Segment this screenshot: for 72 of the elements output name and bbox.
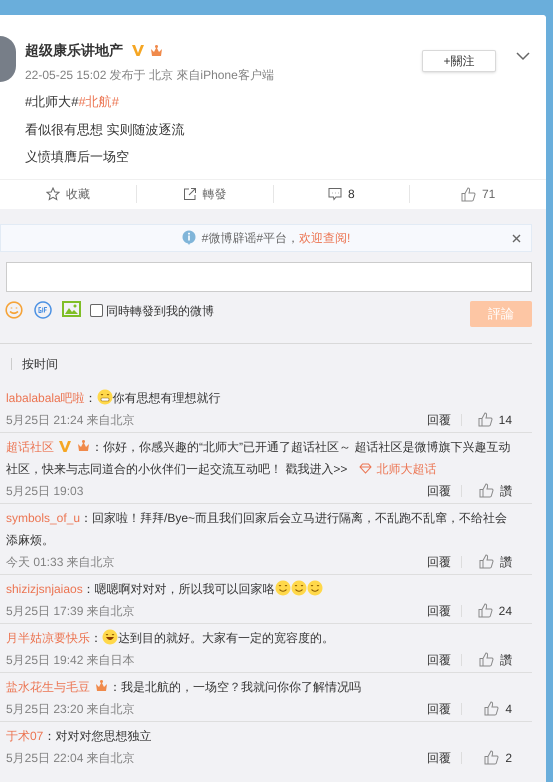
comment-time: 5月25日 23:20 来自北京: [6, 700, 136, 718]
repost-checkbox[interactable]: [90, 304, 103, 317]
emoji-icon: [102, 628, 118, 644]
thumbs-up-icon: [484, 750, 500, 765]
thumbs-up-icon: [478, 412, 493, 427]
share-icon: [182, 187, 197, 201]
action-button[interactable]: 71: [460, 185, 496, 203]
comment-time: 5月25日 19:42 来自日本: [6, 652, 136, 668]
comment-text: shizizjsnjaiaos：嗯嗯啊对对对，所以我可以回家咯: [6, 578, 532, 600]
verified-icon: [58, 440, 72, 452]
comment-time: 5月25日 17:39 来自北京: [6, 602, 136, 620]
comment-text: labalabala吧啦： 你有思想有理想就行: [6, 388, 222, 406]
image-icon[interactable]: [62, 300, 81, 316]
comment-text: 超话社区 ：你好，你感兴趣的“北师大”已开通了超话社区～ 超话社区是微博旗下兴趣互动社区，快来与志同道合的小伙伴们一起交流互动吧！ 戳我进入>> 北师大超话: [6, 438, 512, 478]
emoji-icon: [290, 580, 307, 596]
emoji-icon: [274, 580, 291, 596]
reply-link[interactable]: 回覆: [427, 410, 451, 428]
comment-time: 5月25日 22:04 来自北京: [6, 750, 136, 766]
comment-time: 5月25日 21:24 来自北京: [6, 412, 136, 428]
close-icon[interactable]: [512, 234, 521, 242]
thumbs-up-icon: [484, 701, 500, 716]
like-button[interactable]: 4: [472, 700, 512, 718]
action-button[interactable]: 收藏: [46, 185, 90, 203]
emoji-icon: [96, 388, 113, 404]
like-button[interactable]: 讚: [472, 650, 512, 668]
comment-text: 盐水花生与毛豆 ：我是北航的，一场空？我就问你你了解情况吗: [6, 678, 362, 696]
post-text: 看似很有思想 实则随波逐流: [25, 120, 186, 138]
reply-link[interactable]: 回覆: [427, 482, 451, 500]
like-button[interactable]: 14: [472, 410, 512, 428]
reply-link[interactable]: 回覆: [427, 650, 451, 668]
reply-link[interactable]: 回覆: [427, 552, 451, 570]
like-button[interactable]: 24: [472, 602, 512, 620]
star-icon: [46, 187, 60, 201]
comment-text: 月半姑凉要快乐： 达到目的就好。大家有一定的宽容度的。: [6, 628, 335, 646]
comment-time: 今天 01:33 来自北京: [6, 554, 116, 570]
action-button[interactable]: 8: [328, 185, 355, 203]
diamond-icon: [359, 462, 372, 474]
comment-time: 5月25日 19:03: [6, 482, 84, 500]
hashtag-link[interactable]: #北师大#: [25, 92, 78, 112]
like-button[interactable]: 讚: [472, 552, 512, 570]
verified-icon: [131, 44, 145, 57]
post-text: 义愤填膺后一场空: [25, 148, 130, 166]
author-name[interactable]: 超级康乐讲地产: [25, 40, 123, 61]
comment-input[interactable]: [6, 262, 532, 292]
info-icon: [182, 230, 196, 245]
smiley-icon[interactable]: [5, 300, 23, 318]
reply-link[interactable]: 回覆: [427, 700, 451, 718]
sort-option[interactable]: 按时间: [22, 354, 58, 372]
action-button[interactable]: 轉發: [182, 185, 227, 203]
thumbs-up-icon: [479, 652, 494, 667]
crown-icon: [149, 44, 164, 58]
reply-link[interactable]: 回覆: [427, 602, 451, 620]
post-meta: 22-05-25 15:02 发布于 北京 來自iPhone客户端: [25, 67, 275, 84]
thumbs-up-icon: [479, 554, 494, 569]
repost-label: 同時轉發到我的微博: [106, 302, 214, 320]
crown-icon: [76, 438, 91, 452]
chevron-down-icon[interactable]: [516, 52, 530, 61]
thumbs-up-icon: [479, 483, 494, 498]
gif-icon[interactable]: [34, 300, 52, 318]
follow-button[interactable]: +關注: [422, 50, 496, 72]
crown-icon: [94, 678, 109, 692]
like-button[interactable]: 2: [472, 748, 512, 766]
thumbs-up-icon: [478, 603, 493, 618]
emoji-icon: [306, 580, 323, 596]
reply-link[interactable]: 回覆: [427, 748, 451, 766]
notice-text: #微博辟谣#平台，: [202, 230, 299, 246]
avatar: [0, 36, 16, 82]
like-button[interactable]: 讚: [472, 482, 512, 500]
comment-text: symbols_of_u：回家啦！拜拜/Bye~而且我们回家后会立马进行隔离，不乱跑不乱窜，不给社会添麻烦。: [6, 510, 508, 548]
comment-text: 于术07：对对对您思想独立: [6, 728, 152, 744]
comment-icon: [328, 187, 342, 201]
thumbs-up-icon: [460, 186, 476, 202]
